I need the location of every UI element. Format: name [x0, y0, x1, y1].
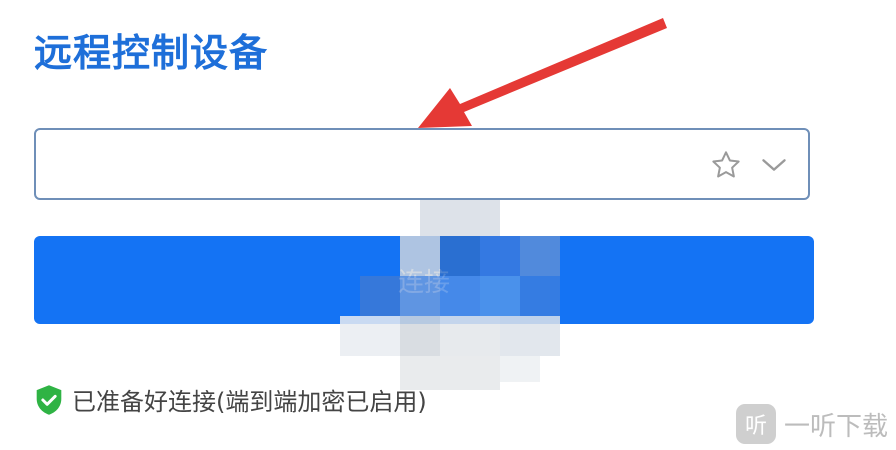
shield-check-icon [36, 384, 62, 415]
chevron-down-icon[interactable] [760, 154, 788, 176]
watermark-logo: 听 [736, 404, 776, 444]
page-title: 远程控制设备 [34, 31, 269, 75]
connect-button-label: 连接 [397, 267, 450, 298]
status-text: 已准备好连接(端到端加密已启用) [72, 388, 427, 416]
watermark-text: 一听下载 [784, 411, 889, 442]
connect-button[interactable]: 连接 [34, 236, 814, 324]
watermark: 听 一听下载 [736, 404, 888, 444]
device-id-combobox[interactable] [34, 128, 810, 200]
connection-status: 已准备好连接(端到端加密已启用) [34, 382, 427, 417]
star-icon[interactable] [710, 149, 742, 181]
device-id-input[interactable] [50, 130, 694, 200]
